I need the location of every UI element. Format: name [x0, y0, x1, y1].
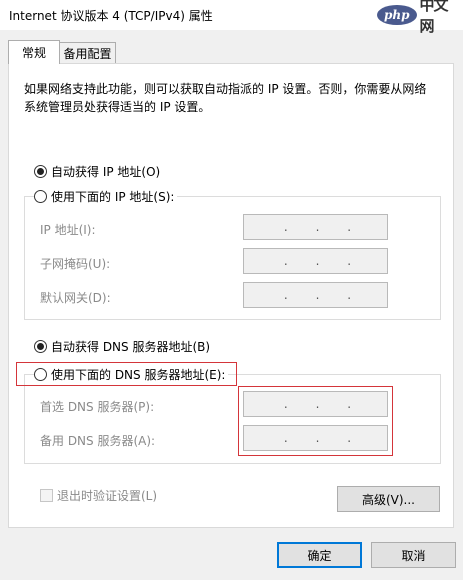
watermark-logo-badge: php: [377, 5, 417, 25]
advanced-button[interactable]: 高级(V)...: [337, 486, 440, 512]
manual-ip-radio-row[interactable]: 使用下面的 IP 地址(S):: [34, 188, 178, 205]
php-watermark-logo: php 中文网: [377, 0, 459, 35]
ip-address-label: IP 地址(I):: [40, 223, 96, 237]
default-gateway-input[interactable]: ...: [243, 282, 388, 308]
subnet-mask-input[interactable]: ...: [243, 248, 388, 274]
watermark-text: 中文网: [419, 0, 449, 35]
manual-dns-radio-row[interactable]: 使用下面的 DNS 服务器地址(E):: [34, 366, 229, 383]
ip-address-input[interactable]: ...: [243, 214, 388, 240]
alternate-dns-input[interactable]: ...: [243, 425, 388, 451]
preferred-dns-label: 首选 DNS 服务器(P):: [40, 400, 155, 414]
auto-dns-radio-row[interactable]: 自动获得 DNS 服务器地址(B): [34, 338, 214, 355]
preferred-dns-input[interactable]: ...: [243, 391, 388, 417]
cancel-button[interactable]: 取消: [371, 542, 456, 568]
description-text: 如果网络支持此功能，则可以获取自动指派的 IP 设置。否则，你需要从网络系统管理…: [24, 82, 427, 114]
manual-dns-label: 使用下面的 DNS 服务器地址(E):: [51, 368, 226, 382]
title-bar: Internet 协议版本 4 (TCP/IPv4) 属性 php 中文网: [0, 0, 463, 35]
auto-dns-radio[interactable]: [34, 340, 47, 353]
auto-dns-label: 自动获得 DNS 服务器地址(B): [51, 340, 211, 354]
manual-dns-radio[interactable]: [34, 368, 47, 381]
auto-ip-label: 自动获得 IP 地址(O): [51, 165, 161, 179]
ok-button[interactable]: 确定: [277, 542, 362, 568]
auto-ip-radio[interactable]: [34, 165, 47, 178]
tab-alternate-config[interactable]: 备用配置: [60, 42, 116, 64]
validate-settings-checkbox[interactable]: [40, 489, 53, 502]
alternate-dns-label: 备用 DNS 服务器(A):: [40, 434, 156, 448]
manual-ip-radio[interactable]: [34, 190, 47, 203]
validate-settings-label: 退出时验证设置(L): [57, 489, 158, 503]
default-gateway-label: 默认网关(D):: [40, 291, 111, 305]
manual-ip-label: 使用下面的 IP 地址(S):: [51, 190, 175, 204]
auto-ip-radio-row[interactable]: 自动获得 IP 地址(O): [34, 163, 164, 180]
subnet-mask-label: 子网掩码(U):: [40, 257, 111, 271]
tab-general[interactable]: 常规: [8, 40, 60, 64]
validate-settings-row[interactable]: 退出时验证设置(L): [40, 487, 157, 504]
window-title: Internet 协议版本 4 (TCP/IPv4) 属性: [9, 9, 213, 23]
